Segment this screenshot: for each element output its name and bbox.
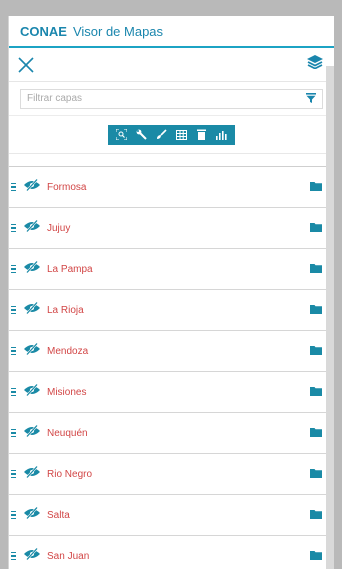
tools-row xyxy=(9,116,334,154)
folder-icon[interactable] xyxy=(310,506,322,524)
layer-name: Neuquén xyxy=(47,427,88,439)
layer-name: Salta xyxy=(47,509,70,521)
filter-layers-input[interactable] xyxy=(27,93,287,104)
drag-handle-icon[interactable] xyxy=(9,510,21,520)
folder-icon[interactable] xyxy=(310,547,322,565)
eye-slash-icon[interactable] xyxy=(23,260,43,278)
brand-label: CONAE xyxy=(20,23,67,39)
app-title: Visor de Mapas xyxy=(72,23,164,39)
layer-item[interactable]: Salta xyxy=(9,495,334,536)
drag-handle-icon[interactable] xyxy=(9,182,21,192)
layer-item[interactable]: Misiones xyxy=(9,372,334,413)
folder-icon[interactable] xyxy=(310,260,322,278)
layer-name: La Pampa xyxy=(47,263,93,275)
drag-handle-icon[interactable] xyxy=(9,223,21,233)
tools-group xyxy=(108,124,235,145)
folder-icon[interactable] xyxy=(310,424,322,442)
layer-name: La Rioja xyxy=(47,304,84,316)
drag-handle-icon[interactable] xyxy=(9,551,21,561)
layer-name: Mendoza xyxy=(47,345,89,357)
table-icon[interactable] xyxy=(172,125,191,145)
layer-item[interactable]: Formosa xyxy=(9,167,334,208)
folder-icon[interactable] xyxy=(310,383,322,401)
layer-name: San Juan xyxy=(47,550,90,562)
brush-icon[interactable] xyxy=(152,125,171,145)
layer-item[interactable]: Neuquén xyxy=(9,413,334,454)
layer-name: Formosa xyxy=(47,181,87,193)
drag-handle-icon[interactable] xyxy=(9,387,21,397)
eye-slash-icon[interactable] xyxy=(23,465,43,483)
layer-list: Formosa Jujuy La Pampa La Rioja Mendoza Misio… xyxy=(9,167,334,569)
eye-slash-icon[interactable] xyxy=(23,178,43,196)
drag-handle-icon[interactable] xyxy=(9,469,21,479)
drag-handle-icon[interactable] xyxy=(9,305,21,315)
close-icon[interactable] xyxy=(17,56,35,74)
folder-icon[interactable] xyxy=(310,301,322,319)
list-divider xyxy=(9,154,334,167)
zoom-extent-icon[interactable] xyxy=(112,125,131,145)
layer-item[interactable]: Jujuy xyxy=(9,208,334,249)
folder-icon[interactable] xyxy=(310,342,322,360)
eye-slash-icon[interactable] xyxy=(23,301,43,319)
scrollbar[interactable] xyxy=(326,66,334,569)
drag-handle-icon[interactable] xyxy=(9,346,21,356)
layer-item[interactable]: Mendoza xyxy=(9,331,334,372)
folder-icon[interactable] xyxy=(310,465,322,483)
drag-handle-icon[interactable] xyxy=(9,264,21,274)
layer-item[interactable]: La Pampa xyxy=(9,249,334,290)
layer-item[interactable]: La Rioja xyxy=(9,290,334,331)
layer-name: Jujuy xyxy=(47,222,71,234)
eye-slash-icon[interactable] xyxy=(23,342,43,360)
drag-handle-icon[interactable] xyxy=(9,428,21,438)
search-box xyxy=(20,88,323,109)
layer-item[interactable]: Rio Negro xyxy=(9,454,334,495)
layer-item[interactable]: San Juan xyxy=(9,536,334,569)
folder-icon[interactable] xyxy=(310,178,322,196)
layer-name: Misiones xyxy=(47,386,87,398)
eye-slash-icon[interactable] xyxy=(23,219,43,237)
eye-slash-icon[interactable] xyxy=(23,506,43,524)
eye-slash-icon[interactable] xyxy=(23,424,43,442)
eye-slash-icon[interactable] xyxy=(23,383,43,401)
layer-name: Rio Negro xyxy=(47,468,93,480)
filter-icon[interactable] xyxy=(306,90,316,108)
trash-icon[interactable] xyxy=(192,125,211,145)
panel-toolbar xyxy=(9,48,334,82)
app-header: CONAE Visor de Mapas xyxy=(9,16,334,48)
layer-panel: CONAE Visor de Mapas Filtrar capas Formo… xyxy=(8,16,334,569)
layers-icon[interactable] xyxy=(307,55,323,74)
wrench-icon[interactable] xyxy=(132,125,151,145)
eye-slash-icon[interactable] xyxy=(23,547,43,565)
folder-icon[interactable] xyxy=(310,219,322,237)
bar-chart-icon[interactable] xyxy=(212,125,231,145)
search-row xyxy=(9,82,334,116)
